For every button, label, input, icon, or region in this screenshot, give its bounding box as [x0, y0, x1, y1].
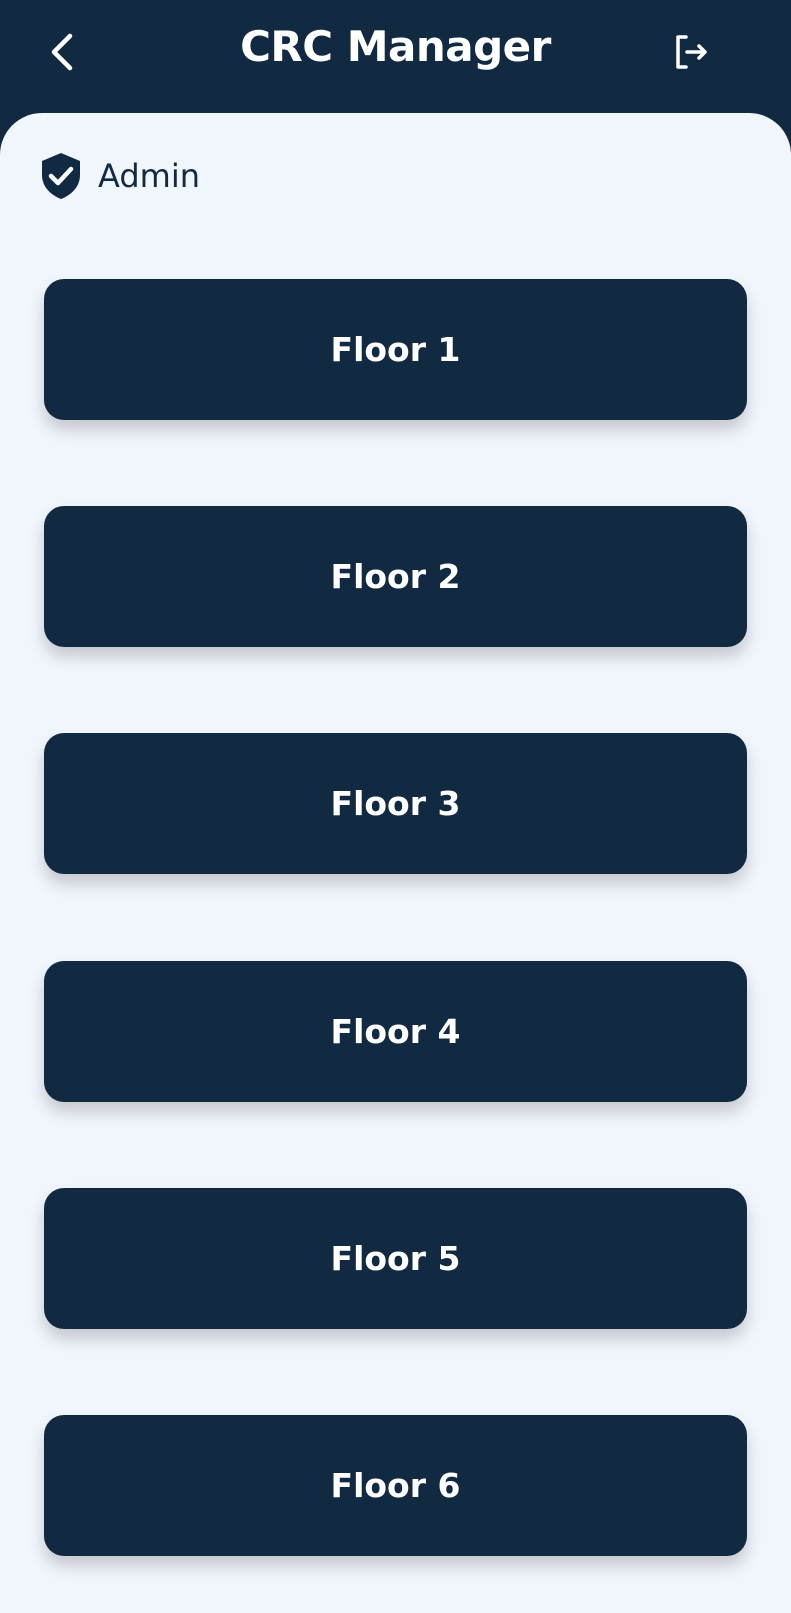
role-label: Admin	[98, 157, 200, 195]
floor-5-button[interactable]: Floor 5	[44, 1188, 747, 1329]
app-header: CRC Manager	[0, 0, 791, 114]
floor-4-button[interactable]: Floor 4	[44, 961, 747, 1102]
shield-check-icon	[42, 153, 80, 199]
floor-2-button[interactable]: Floor 2	[44, 506, 747, 647]
floor-6-button[interactable]: Floor 6	[44, 1415, 747, 1556]
user-role: Admin	[40, 151, 200, 201]
logout-button[interactable]	[672, 32, 712, 72]
floor-3-button[interactable]: Floor 3	[44, 733, 747, 874]
logout-icon	[676, 35, 707, 69]
floor-1-button[interactable]: Floor 1	[44, 279, 747, 420]
